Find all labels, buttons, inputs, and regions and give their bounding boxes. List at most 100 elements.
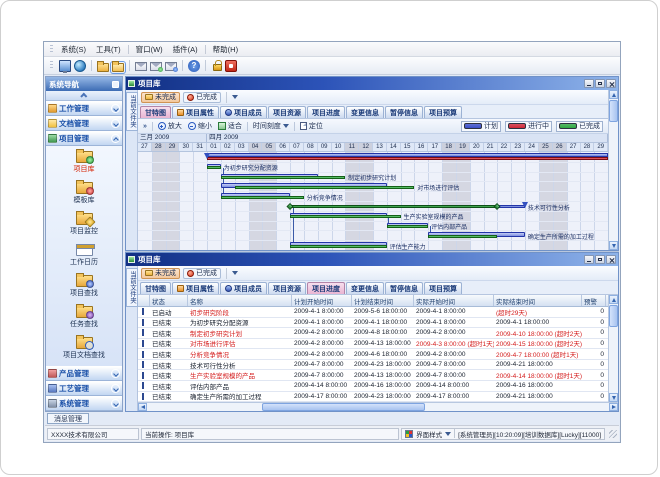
tab-resources[interactable]: 项目资源 xyxy=(268,106,306,118)
sidebar-item-project-monitor[interactable]: 项目监控 xyxy=(46,211,122,242)
minimize-button[interactable] xyxy=(584,79,594,88)
tab-progress[interactable]: 项目进度 xyxy=(307,106,345,118)
table-row[interactable]: 已结束生产实验室规模的产品2009-4-7 8:00:002009-4-13 1… xyxy=(138,370,608,381)
mail-send-icon[interactable] xyxy=(165,62,177,71)
progress-bar[interactable] xyxy=(290,245,387,248)
chevron-down-icon[interactable] xyxy=(111,399,120,408)
menu-item-window[interactable]: 窗口(W) xyxy=(131,44,168,55)
sidebar-collapse-button[interactable] xyxy=(46,91,122,101)
filter-unfinished-button[interactable]: 未完成 xyxy=(141,268,180,279)
sidebar-item-project-library[interactable]: 项目库 xyxy=(46,149,122,180)
tab-change-info[interactable]: 变更信息 xyxy=(346,106,384,118)
table-row[interactable]: 已结束分析竞争情况2009-4-2 8:00:002009-4-6 18:00:… xyxy=(138,349,608,360)
column-header-warning[interactable]: 预警 xyxy=(582,295,606,306)
sidebar-item-template-library[interactable]: 模板库 xyxy=(46,180,122,211)
chevron-down-icon[interactable] xyxy=(232,95,238,99)
folder-closed-icon[interactable] xyxy=(97,63,109,72)
gantt-vscrollbar[interactable] xyxy=(608,90,618,250)
chevron-down-icon[interactable] xyxy=(111,369,120,378)
toolbar-grip[interactable] xyxy=(50,61,53,70)
scroll-down-button[interactable] xyxy=(609,393,618,402)
toolbar-overflow-button[interactable]: » xyxy=(141,123,149,130)
sidebar-group-project[interactable]: 项目管理 xyxy=(46,131,122,146)
menubar-grip[interactable] xyxy=(50,45,53,54)
current-folder-tab[interactable]: 当前文件夹 xyxy=(126,92,138,131)
table-vscrollbar[interactable] xyxy=(608,295,618,402)
sidebar-group-work[interactable]: 工作管理 xyxy=(46,101,122,116)
close-button[interactable] xyxy=(606,79,616,88)
table-hscrollbar[interactable] xyxy=(138,402,618,411)
minimize-button[interactable] xyxy=(584,255,594,264)
actual-summary-bar[interactable] xyxy=(290,205,497,208)
progress-bar[interactable] xyxy=(235,186,415,189)
pin-icon[interactable] xyxy=(112,81,119,88)
mail-open-icon[interactable] xyxy=(150,62,162,71)
menu-item-help[interactable]: 帮助(H) xyxy=(208,44,243,55)
column-header-status[interactable]: 状态 xyxy=(150,295,188,306)
tab-change-info[interactable]: 变更信息 xyxy=(346,282,384,294)
chevron-down-icon[interactable] xyxy=(111,119,120,128)
tab-properties[interactable]: 项目属性 xyxy=(172,282,219,294)
sidebar-item-project-search[interactable]: 项目查找 xyxy=(46,273,122,304)
maximize-button[interactable] xyxy=(595,79,605,88)
chevron-down-icon[interactable] xyxy=(111,104,120,113)
column-header-plan_end[interactable]: 计划结束时间 xyxy=(352,295,414,306)
progress-bar[interactable] xyxy=(428,235,497,238)
filter-finished-button[interactable]: 已完成 xyxy=(183,268,221,279)
chevron-down-icon[interactable] xyxy=(232,271,238,275)
inprogress-bar[interactable] xyxy=(207,157,608,161)
column-header-icon[interactable] xyxy=(138,295,150,306)
sidebar-item-project-doc-search[interactable]: 项目文档查找 xyxy=(46,335,122,366)
sidebar-group-system[interactable]: 系统管理 xyxy=(46,396,122,411)
tab-pause-info[interactable]: 暂停信息 xyxy=(385,282,423,294)
sidebar-item-work-calendar[interactable]: 工作日历 xyxy=(46,242,122,273)
scroll-thumb[interactable] xyxy=(609,100,618,122)
fit-button[interactable]: 适合 xyxy=(216,121,244,132)
close-button[interactable] xyxy=(606,255,616,264)
scroll-up-button[interactable] xyxy=(609,295,618,304)
sidebar-item-task-search[interactable]: 任务查找 xyxy=(46,304,122,335)
scroll-right-button[interactable] xyxy=(609,403,618,411)
scroll-down-button[interactable] xyxy=(609,241,618,250)
filter-finished-button[interactable]: 已完成 xyxy=(183,92,221,103)
gantt-window-titlebar[interactable]: 项目库 xyxy=(126,77,618,90)
sidebar-group-product[interactable]: 产品管理 xyxy=(46,366,122,381)
tab-pause-info[interactable]: 暂停信息 xyxy=(385,106,423,118)
message-tab[interactable]: 消息管理 xyxy=(47,413,89,424)
globe-icon[interactable] xyxy=(74,60,86,72)
computer-icon[interactable] xyxy=(59,60,71,72)
sidebar-group-document[interactable]: 文档管理 xyxy=(46,116,122,131)
table-row[interactable]: 已结束评估内部产品2009-4-14 8:00:002009-4-16 18:0… xyxy=(138,381,608,392)
progress-bar[interactable] xyxy=(221,196,304,199)
table-row[interactable]: 已结束制定初步研究计划2009-4-2 8:00:002009-4-8 18:0… xyxy=(138,328,608,339)
tab-gantt[interactable]: 甘特图 xyxy=(140,106,171,118)
exit-icon[interactable] xyxy=(225,60,237,72)
resize-grip[interactable] xyxy=(609,430,617,438)
table-row[interactable]: 已结束技术可行性分析2009-4-7 8:00:002009-4-23 18:0… xyxy=(138,360,608,371)
table-row[interactable]: 已结束为初步研究分配资源2009-4-1 8:00:002009-4-1 18:… xyxy=(138,318,608,329)
progress-bar[interactable] xyxy=(207,166,221,169)
table-row[interactable]: 已结束对市场进行评估2009-4-2 8:00:002009-4-13 18:0… xyxy=(138,339,608,350)
help-icon[interactable] xyxy=(188,60,200,72)
filter-unfinished-button[interactable]: 未完成 xyxy=(141,92,180,103)
scroll-left-button[interactable] xyxy=(138,403,147,411)
menu-item-system[interactable]: 系统(S) xyxy=(56,44,91,55)
progress-bar[interactable] xyxy=(387,225,428,228)
progress-bar[interactable] xyxy=(221,176,345,179)
table-row[interactable]: 已结束确定生产所需的加工过程2009-4-17 8:00:002009-4-23… xyxy=(138,392,608,403)
sidebar-group-process[interactable]: 工艺管理 xyxy=(46,381,122,396)
current-folder-tab[interactable]: 当前文件夹 xyxy=(126,268,138,307)
lock-icon[interactable] xyxy=(213,64,222,71)
scroll-thumb[interactable] xyxy=(262,403,425,411)
column-header-actual_start[interactable]: 实际开始时间 xyxy=(414,295,494,306)
zoom-out-button[interactable]: 缩小 xyxy=(186,121,214,132)
tab-resources[interactable]: 项目资源 xyxy=(268,282,306,294)
style-label[interactable]: 界面样式 xyxy=(416,429,442,439)
chevron-up-icon[interactable] xyxy=(111,134,120,143)
scroll-thumb[interactable] xyxy=(609,305,618,327)
tab-properties[interactable]: 项目属性 xyxy=(172,106,219,118)
locate-button[interactable]: 定位 xyxy=(298,121,325,132)
tab-members[interactable]: 项目成员 xyxy=(220,106,267,118)
tab-gantt[interactable]: 甘特图 xyxy=(140,282,171,294)
table-row[interactable]: 已启动初步研究阶段2009-4-1 8:00:002009-5-6 18:00:… xyxy=(138,307,608,318)
